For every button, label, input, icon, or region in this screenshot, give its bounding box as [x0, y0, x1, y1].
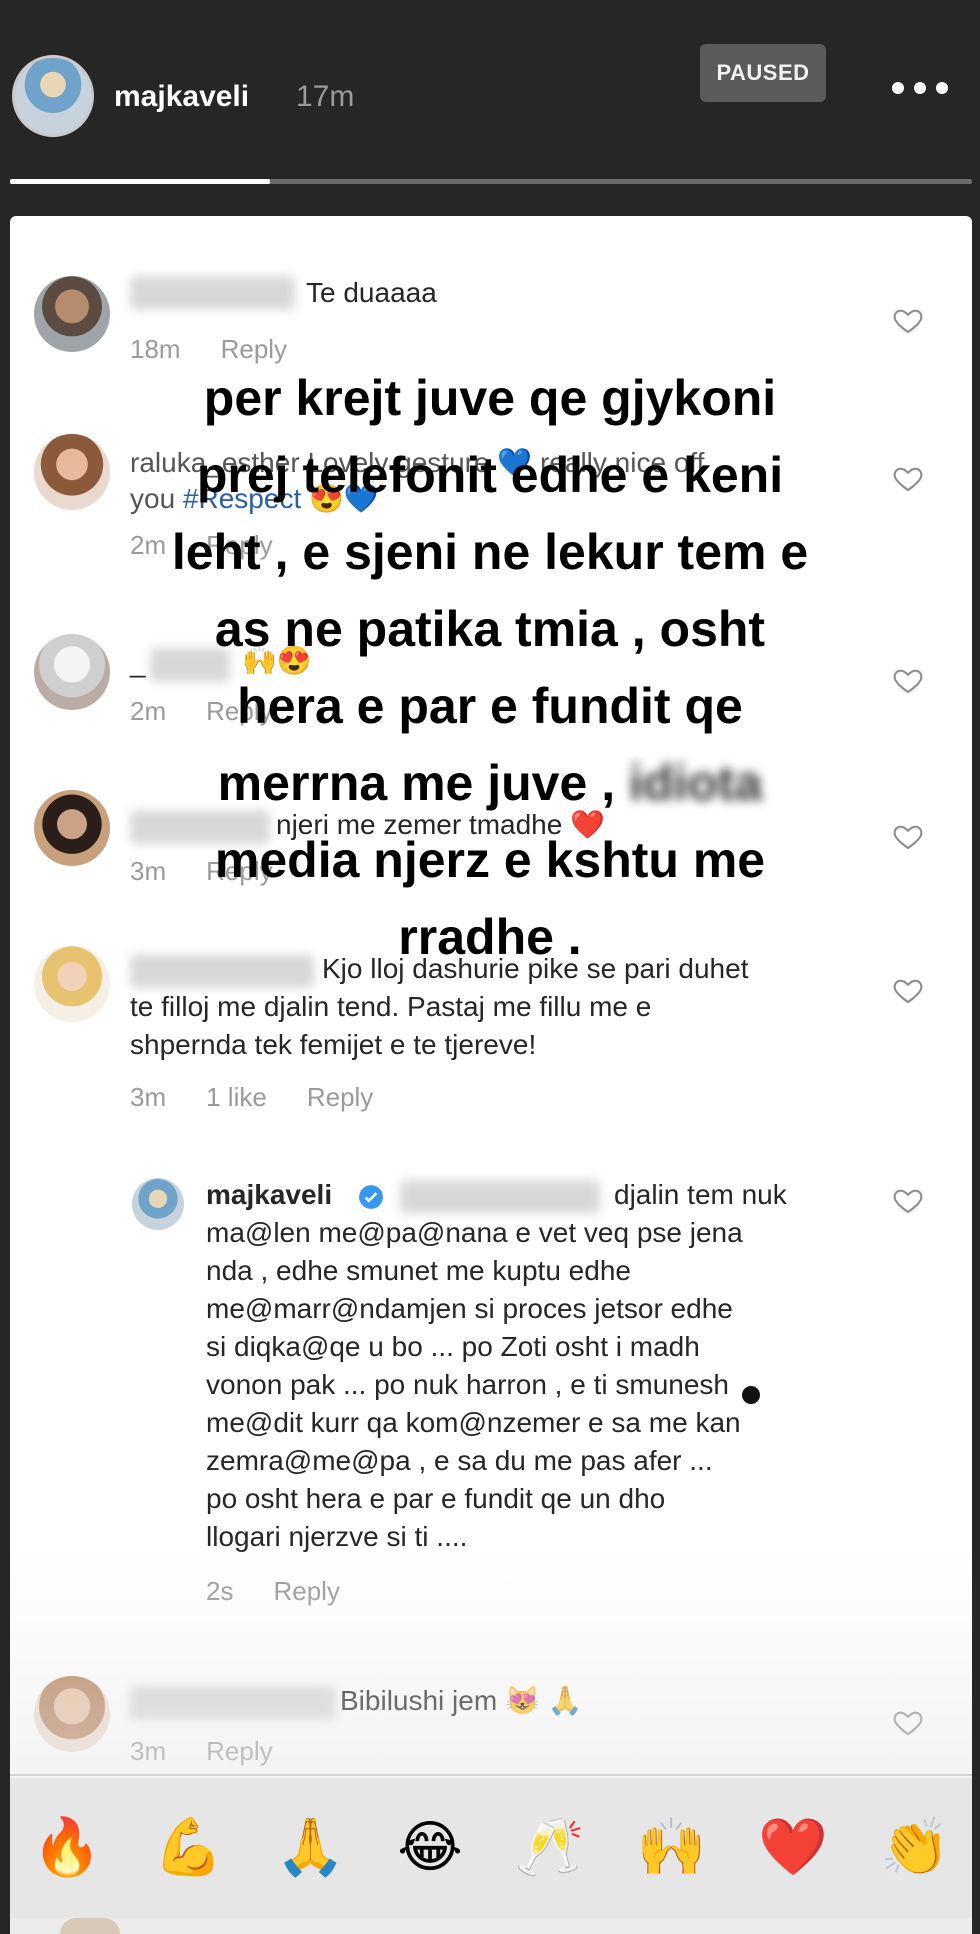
paused-badge: PAUSED [700, 44, 826, 102]
like-heart-icon[interactable] [892, 1706, 924, 1738]
reply-text-line: nda , edhe smunet me kuptu edhe [206, 1255, 631, 1286]
reply-link[interactable]: Reply [307, 1082, 373, 1112]
reply-username[interactable]: majkaveli [206, 1176, 332, 1214]
comment-meta: 3m Reply [130, 1736, 273, 1766]
blurred-mention [400, 1180, 600, 1214]
overlay-line: per krejt juve qe gjykoni [203, 370, 777, 426]
overlay-line: leht , e sjeni ne lekur tem e [171, 524, 809, 580]
clinking-glasses-emoji-icon[interactable]: 🥂 [515, 1820, 585, 1876]
reply-text-line: me@dit kurr qa kom@nzemer e sa me kan [206, 1407, 741, 1438]
verified-badge-icon [359, 1185, 383, 1209]
avatar [60, 1918, 120, 1934]
blurred-username [130, 1686, 336, 1720]
reply-text-line: vonon pak ... po nuk harron , e ti smune… [206, 1369, 729, 1400]
avatar[interactable] [132, 1178, 184, 1230]
story-header: majkaveli 17m PAUSED [0, 0, 980, 200]
reply-text-line: zemra@me@pa , e sa du me pas afer ... [206, 1445, 713, 1476]
raising-hands-emoji-icon[interactable]: 🙌 [637, 1820, 707, 1876]
reply-text-line: llogari njerzve si ti .... [206, 1521, 468, 1552]
avatar[interactable] [34, 276, 110, 352]
emoji-reaction-bar: 🔥 💪 🙏 😂 🥂 🙌 ❤️ 👏 [10, 1778, 972, 1918]
fire-emoji-icon[interactable]: 🔥 [32, 1820, 102, 1876]
comment-text: Te duaaaa [306, 277, 437, 308]
like-count[interactable]: 1 like [206, 1082, 267, 1112]
reply-link[interactable]: Reply [206, 1736, 272, 1766]
comment-meta: 3m 1 like Reply [130, 1082, 374, 1112]
overlay-line: rradhe . [398, 909, 582, 965]
reply-text-line: po osht hera e par e fundit qe un dho [206, 1483, 666, 1514]
reply-text-line: ma@len me@pa@nana e vet veq pse jena [206, 1217, 743, 1248]
comment-text-3: shpernda tek femijet e te tjereve! [130, 1029, 537, 1060]
profile-avatar[interactable] [12, 55, 94, 137]
reply-text-line: me@marr@ndamjen si proces jetsor edhe [206, 1293, 733, 1324]
overlay-line: media njerz e kshtu me [214, 832, 766, 888]
comment-text: Bibilushi jem 😻 🙏 [340, 1685, 583, 1716]
overlay-line: as ne patika tmia , osht [214, 601, 766, 657]
more-options-icon[interactable] [892, 82, 948, 98]
comment-meta: 2s Reply [206, 1576, 340, 1606]
red-heart-emoji-icon[interactable]: ❤️ [758, 1820, 828, 1876]
flexed-biceps-emoji-icon[interactable]: 💪 [154, 1820, 224, 1876]
overlay-line: merrna me juve , idiota [0, 745, 980, 822]
reply-text-line: djalin tem nuk [614, 1179, 787, 1210]
avatar[interactable] [34, 1676, 110, 1752]
overlay-line: hera e par e fundit qe [237, 678, 743, 734]
reply-text-line: si diqka@qe u bo ... po Zoti osht i madh [206, 1331, 700, 1362]
overlay-blurred-word: idiota [629, 755, 763, 811]
folded-hands-emoji-icon[interactable]: 🙏 [276, 1820, 346, 1876]
like-heart-icon[interactable] [892, 974, 924, 1006]
comment-text-2: te filloj me djalin tend. Pastaj me fill… [130, 991, 652, 1022]
like-heart-icon[interactable] [892, 1184, 924, 1216]
blurred-username [130, 276, 295, 310]
story-username[interactable]: majkaveli [114, 80, 249, 114]
story-overlay-text: per krejt juve qe gjykoni prej telefonit… [0, 360, 980, 976]
story-time: 17m [296, 80, 355, 113]
emoji-bar-divider [10, 1774, 972, 1776]
reply-link[interactable]: Reply [273, 1576, 339, 1606]
clapping-hands-emoji-icon[interactable]: 👏 [880, 1820, 950, 1876]
story-progress-bar [10, 179, 972, 184]
story-progress-fill [10, 179, 270, 184]
like-heart-icon[interactable] [892, 304, 924, 336]
overlay-line: prej telefonit edhe e keni [196, 447, 784, 503]
tears-of-joy-emoji-icon[interactable]: 😂 [397, 1820, 462, 1876]
tap-indicator [742, 1386, 760, 1404]
